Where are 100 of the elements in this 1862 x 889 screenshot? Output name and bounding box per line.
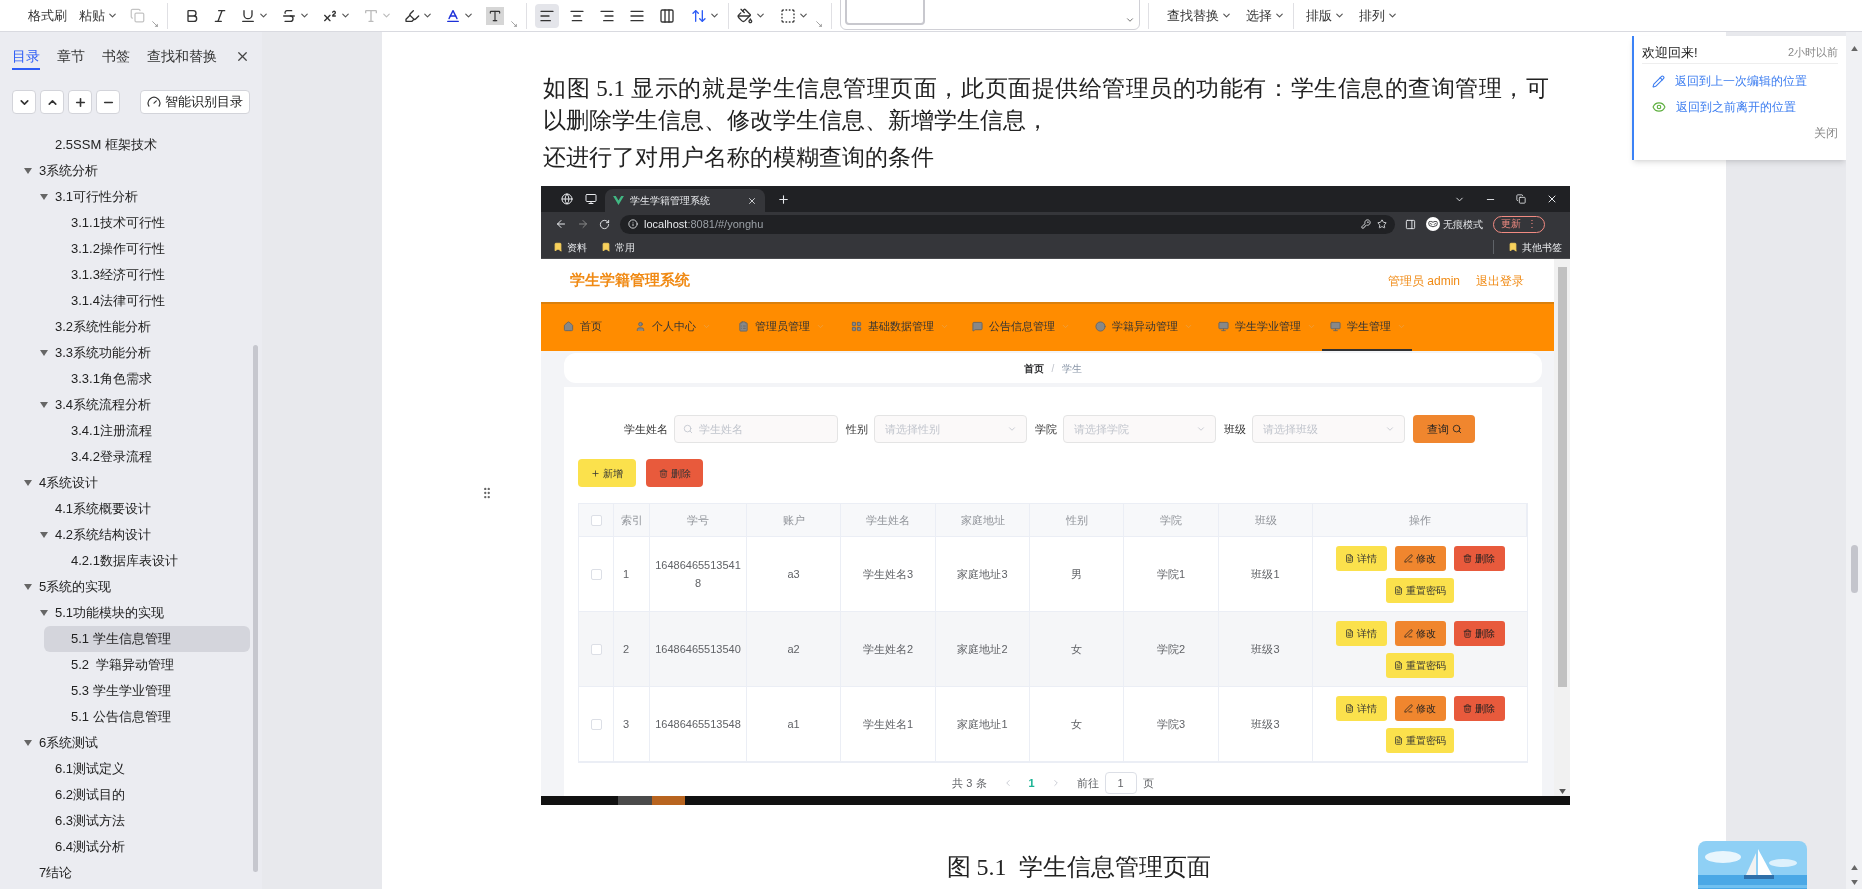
outline-item[interactable]: 3.1.3经济可行性 [44, 262, 250, 288]
scrollbar-thumb[interactable] [253, 345, 258, 872]
outline-item[interactable]: 6系统测试 [12, 730, 250, 756]
outline-item[interactable]: 3.4.1注册流程 [44, 418, 250, 444]
edit-button[interactable]: 修改 [1394, 695, 1446, 721]
reset-password-button[interactable]: 重置密码 [1386, 577, 1454, 603]
reset-password-button[interactable]: 重置密码 [1386, 727, 1454, 753]
expanded-triangle-icon[interactable] [24, 739, 32, 747]
nav-menu-item[interactable]: 学生学业管理 [1210, 304, 1322, 351]
scroll-up-icon[interactable] [1850, 46, 1858, 51]
expanded-triangle-icon[interactable] [24, 479, 32, 487]
outline-item[interactable]: 5.1功能模块的实现 [28, 600, 250, 626]
border-icon[interactable] [780, 7, 796, 24]
outline-item[interactable]: 3.4系统流程分析 [28, 392, 250, 418]
notification-link[interactable]: 返回到之前离开的位置 [1642, 98, 1838, 116]
nav-menu-item[interactable]: 学生管理 [1322, 304, 1412, 351]
nav-menu-item[interactable]: 个人中心 [627, 304, 730, 351]
font-color-icon[interactable] [445, 7, 461, 24]
checkbox[interactable] [590, 643, 602, 655]
arrange-button[interactable]: 排列 [1359, 5, 1398, 26]
outline-item[interactable]: 2.5SSM 框架技术 [28, 132, 250, 158]
delete-button[interactable]: 删除 [646, 459, 703, 487]
outline-item[interactable]: 4.2系统结构设计 [28, 522, 250, 548]
outline-item[interactable]: 5.1 学生信息管理 [44, 626, 250, 652]
collapse-all-button[interactable] [12, 90, 36, 114]
panel-tab[interactable]: 查找和替换 [147, 42, 217, 70]
scroll-up-icon[interactable] [1850, 865, 1858, 870]
key-icon[interactable] [1361, 219, 1371, 229]
other-bookmarks[interactable]: 其他书签 [1508, 239, 1562, 255]
find-replace-button[interactable]: 查找替换 [1167, 5, 1232, 26]
outline-item[interactable]: 3.4.2登录流程 [44, 444, 250, 470]
outline-item[interactable]: 5.3 学生学业管理 [44, 678, 250, 704]
expanded-triangle-icon[interactable] [40, 349, 48, 357]
outline-item[interactable]: 4.2.1数据库表设计 [44, 548, 250, 574]
outline-item[interactable]: 6.1测试定义 [28, 756, 250, 782]
delete-button[interactable]: 删除 [1453, 695, 1505, 721]
expand-all-button[interactable] [40, 90, 64, 114]
search-button[interactable]: 查询 [1413, 415, 1475, 443]
outline-item[interactable]: 4系统设计 [12, 470, 250, 496]
line-spacing-icon[interactable] [691, 7, 707, 24]
outline-item[interactable]: 6.4测试分析 [28, 834, 250, 860]
italic-icon[interactable] [212, 7, 228, 24]
edit-button[interactable]: 修改 [1394, 620, 1446, 646]
format-painter-button[interactable]: 格式刷 [28, 5, 67, 26]
expanded-triangle-icon[interactable] [40, 609, 48, 617]
update-button[interactable]: 更新 [1501, 218, 1521, 230]
panel-tab[interactable]: 目录 [12, 42, 40, 70]
nav-menu-item[interactable]: 首页 [555, 304, 627, 351]
menu-button[interactable]: ⋮ [1527, 218, 1537, 230]
reload-icon[interactable] [599, 218, 610, 230]
restore-icon[interactable] [1516, 194, 1526, 204]
paste-button[interactable]: 粘贴 [79, 5, 118, 26]
strikethrough-icon[interactable] [281, 7, 297, 24]
scrollbar-thumb[interactable] [1850, 545, 1858, 593]
paint-bucket-icon[interactable] [737, 7, 753, 24]
outline-item[interactable]: 7结论 [12, 860, 250, 886]
expanded-triangle-icon[interactable] [40, 401, 48, 409]
scroll-down-icon[interactable] [1558, 789, 1566, 794]
expanded-triangle-icon[interactable] [40, 193, 48, 201]
add-button[interactable]: 新增 [578, 459, 636, 487]
outline-item[interactable]: 3.1.1技术可行性 [44, 210, 250, 236]
nav-menu-item[interactable]: 基础数据管理 [843, 304, 964, 351]
tab-group-icon[interactable] [585, 193, 597, 205]
expanded-triangle-icon[interactable] [40, 531, 48, 539]
close-window-icon[interactable] [1546, 193, 1558, 205]
outline-item[interactable]: 3.1可行性分析 [28, 184, 250, 210]
bold-icon[interactable] [184, 7, 200, 24]
nav-menu-item[interactable]: 公告信息管理 [964, 304, 1087, 351]
nav-menu-item[interactable]: 管理员管理 [730, 304, 843, 351]
expanded-triangle-icon[interactable] [24, 583, 32, 591]
scroll-down-icon[interactable] [1850, 880, 1858, 885]
outline-item[interactable]: 6.2测试目的 [28, 782, 250, 808]
new-tab-icon[interactable] [777, 192, 790, 206]
browser-tab[interactable]: 学生学籍管理系统 [605, 189, 765, 212]
notification-link[interactable]: 返回到上一次编辑的位置 [1642, 72, 1838, 90]
panel-tab[interactable]: 书签 [102, 42, 130, 70]
outline-item[interactable]: 3系统分析 [12, 158, 250, 184]
close-tab-icon[interactable] [747, 195, 757, 206]
outline-item[interactable]: 4.1系统概要设计 [28, 496, 250, 522]
add-heading-button[interactable] [68, 90, 92, 114]
char-shading-icon[interactable] [486, 6, 504, 25]
incognito-badge[interactable]: 无痕模式 [1426, 216, 1483, 232]
outline-item[interactable]: 5.1 公告信息管理 [44, 704, 250, 730]
close-link[interactable]: 关闭 [1814, 124, 1838, 142]
panel-tab[interactable]: 章节 [57, 42, 85, 70]
underline-icon[interactable] [240, 7, 256, 24]
scrollbar-thumb[interactable] [1557, 267, 1567, 687]
address-bar[interactable]: localhost:8081/#/yonghu [620, 214, 1395, 234]
checkbox[interactable] [590, 718, 602, 730]
outline-item[interactable]: 5系统的实现 [12, 574, 250, 600]
outline-item[interactable]: 3.2系统性能分析 [28, 314, 250, 340]
edit-button[interactable]: 修改 [1394, 545, 1446, 571]
delete-button[interactable]: 删除 [1453, 545, 1505, 571]
details-button[interactable]: 详情 [1335, 695, 1387, 721]
layout-button[interactable]: 排版 [1306, 5, 1345, 26]
delete-button[interactable]: 删除 [1453, 620, 1505, 646]
checkbox[interactable] [590, 514, 602, 526]
globe-icon[interactable] [561, 193, 573, 205]
expanded-triangle-icon[interactable] [24, 167, 32, 175]
outline-item[interactable]: 3.3.1角色需求 [44, 366, 250, 392]
